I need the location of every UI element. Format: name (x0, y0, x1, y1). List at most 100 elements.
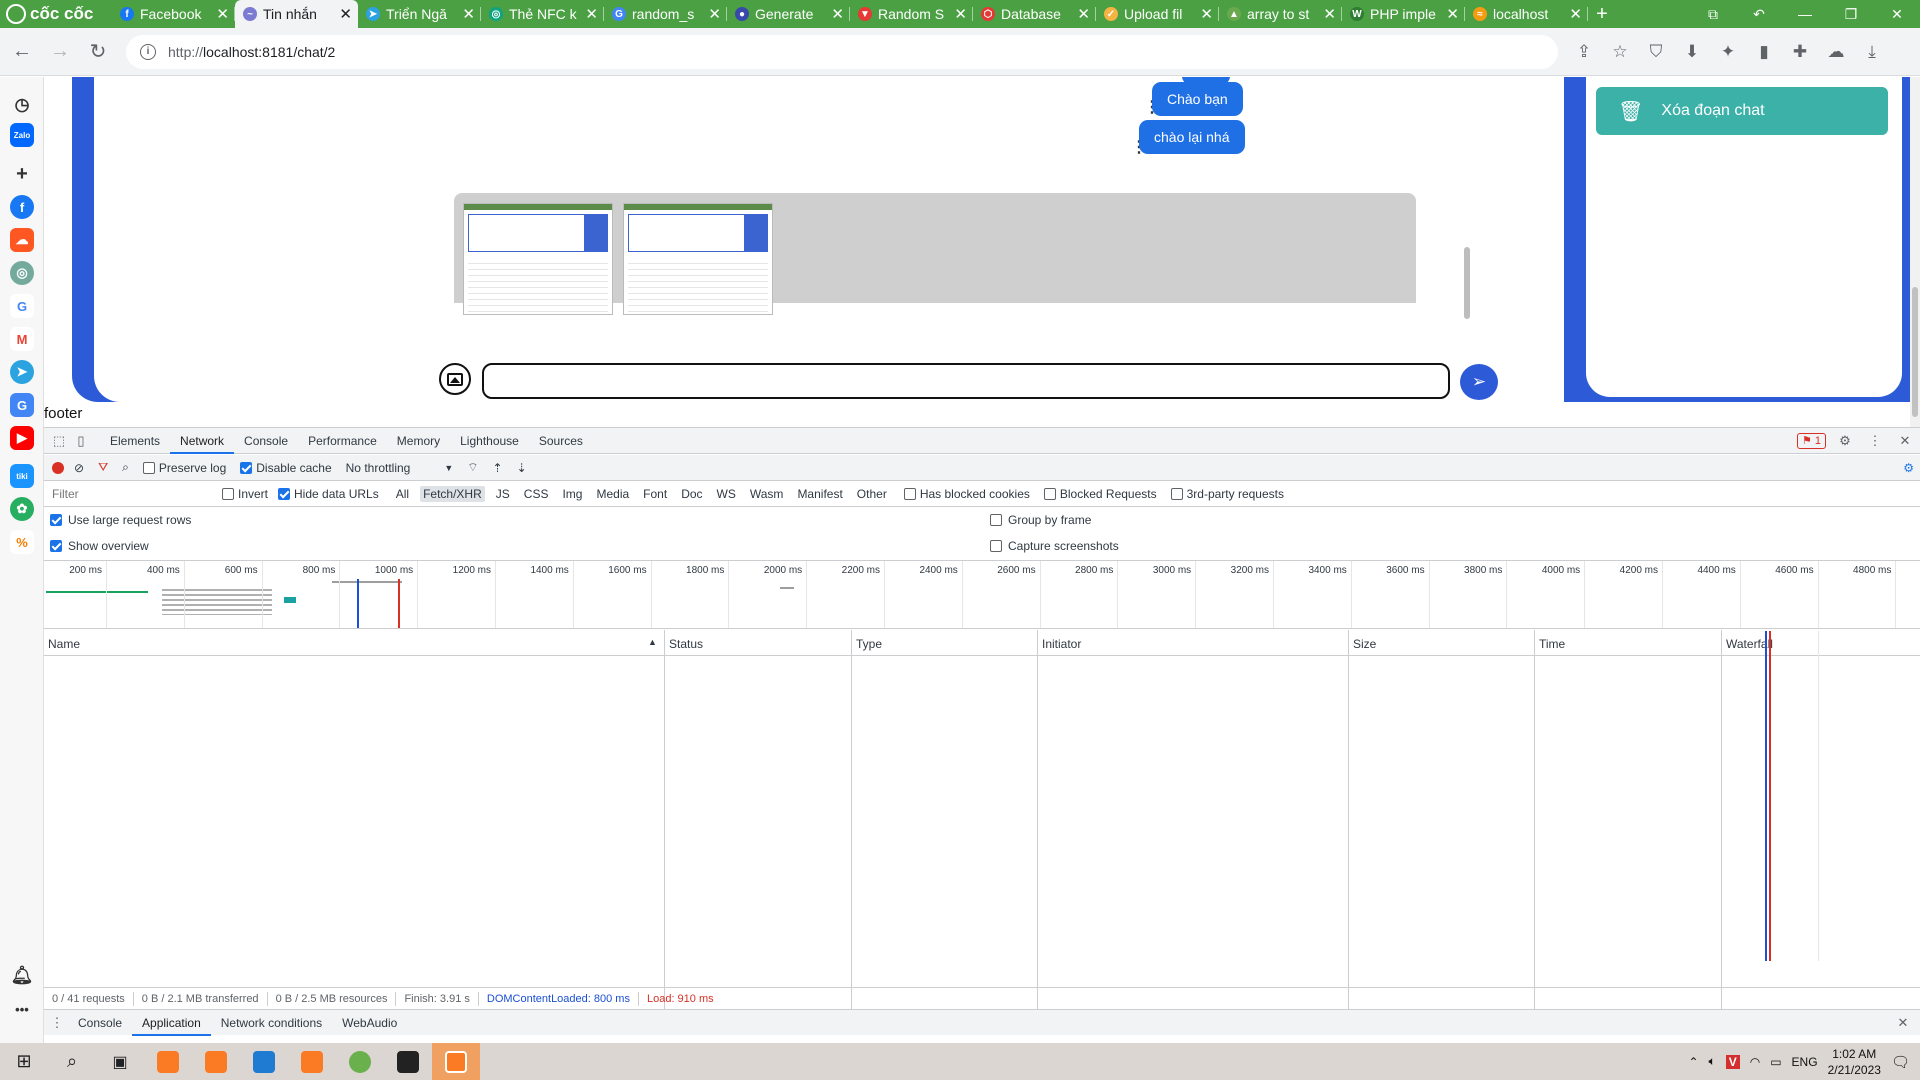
browser-tab[interactable]: W PHP imple ✕ (1342, 0, 1465, 28)
clear-chat-button[interactable]: 🗑︎ Xóa đoạn chat (1596, 87, 1888, 135)
minimize-icon[interactable]: — (1782, 0, 1828, 28)
soundcloud-icon[interactable]: ☁ (10, 228, 34, 252)
language-indicator[interactable]: ENG (1792, 1055, 1818, 1069)
start-button[interactable]: ⊞ (0, 1043, 48, 1080)
browser-tab[interactable]: ▲ array to st ✕ (1219, 0, 1342, 28)
share-icon[interactable]: ⇪ (1566, 36, 1602, 68)
device-toolbar-icon[interactable]: ▯ (70, 430, 92, 452)
page-scrollbar[interactable] (1910, 77, 1920, 427)
preserve-log-option[interactable]: Preserve log (142, 461, 226, 475)
record-button[interactable] (52, 461, 64, 474)
task-view-button[interactable]: ▣ (96, 1043, 144, 1080)
back-button[interactable]: ← (6, 36, 38, 68)
blocked-requests-option[interactable]: Blocked Requests (1043, 487, 1157, 501)
downloads-tray-icon[interactable]: ⤓ (1854, 36, 1890, 68)
devtools-tab-lighthouse[interactable]: Lighthouse (450, 428, 529, 454)
browser-tab[interactable]: ✓ Upload fil ✕ (1096, 0, 1219, 28)
shield-icon[interactable]: ⛉ (1638, 36, 1674, 68)
wifi-icon[interactable]: ◠ (1750, 1055, 1760, 1069)
history-icon[interactable]: ◷ (10, 93, 34, 117)
type-filter-img[interactable]: Img (559, 486, 585, 502)
large-rows-checkbox[interactable] (50, 514, 62, 526)
taskbar-terminal[interactable] (384, 1043, 432, 1080)
inspect-element-icon[interactable]: ⬚ (48, 430, 70, 452)
browser-tab[interactable]: ⬡ Database ✕ (973, 0, 1096, 28)
type-filter-other[interactable]: Other (854, 486, 890, 502)
type-filter-ws[interactable]: WS (714, 486, 739, 502)
network-settings-icon[interactable]: ⚙ (1903, 461, 1914, 475)
throttling-select[interactable]: No throttling ▼ (346, 461, 454, 475)
capture-screenshots-option[interactable]: Capture screenshots (990, 539, 1119, 553)
capture-screenshots-checkbox[interactable] (990, 540, 1002, 552)
taskbar-coccoc[interactable] (336, 1043, 384, 1080)
disable-cache-checkbox[interactable] (240, 461, 253, 474)
devtools-tab-elements[interactable]: Elements (100, 428, 170, 454)
tab-close-icon[interactable]: ✕ (954, 5, 967, 23)
browser-tab[interactable]: ➤ Triển Ngă ✕ (358, 0, 481, 28)
hide-data-urls-option[interactable]: Hide data URLs (278, 487, 379, 501)
message-input[interactable] (482, 363, 1450, 399)
tab-close-icon[interactable]: ✕ (585, 5, 598, 23)
browser-tab[interactable]: Grandom_s ✕ (604, 0, 727, 28)
clock[interactable]: 1:02 AM 2/21/2023 (1828, 1046, 1881, 1078)
tab-close-icon[interactable]: ✕ (1569, 5, 1582, 23)
close-drawer-icon[interactable]: ✕ (1892, 1012, 1914, 1034)
extensions-icon[interactable]: ✚ (1782, 36, 1818, 68)
tab-close-icon[interactable]: ✕ (1323, 5, 1336, 23)
tab-close-icon[interactable]: ✕ (831, 5, 844, 23)
close-window-icon[interactable]: ✕ (1874, 0, 1920, 28)
image-thumbnail[interactable] (623, 203, 773, 315)
show-overview-option[interactable]: Show overview (50, 539, 149, 553)
group-by-frame-option[interactable]: Group by frame (990, 513, 1091, 527)
search-icon[interactable]: ⌕ (122, 460, 129, 475)
type-filter-wasm[interactable]: Wasm (747, 486, 787, 502)
blocked-cookies-option[interactable]: Has blocked cookies (903, 487, 1030, 501)
chat-scrollbar[interactable] (1464, 247, 1470, 319)
browser-tab[interactable]: f Facebook ✕ (112, 0, 235, 28)
browser-tab[interactable]: ● Generate ✕ (727, 0, 850, 28)
preserve-log-checkbox[interactable] (142, 461, 155, 474)
error-badge[interactable]: ⚑ 1 (1796, 433, 1826, 449)
zalo-icon[interactable]: Zalo (10, 123, 34, 147)
antivirus-icon[interactable]: V (1725, 1054, 1740, 1069)
network-conditions-icon[interactable]: ⌔ (467, 460, 478, 475)
disable-cache-option[interactable]: Disable cache (240, 461, 332, 475)
tab-close-icon[interactable]: ✕ (339, 5, 352, 23)
tab-close-icon[interactable]: ✕ (708, 5, 721, 23)
volume-icon[interactable]: 🔈︎ (1709, 1054, 1716, 1069)
type-filter-doc[interactable]: Doc (678, 486, 705, 502)
invert-checkbox[interactable] (222, 487, 234, 500)
tray-chevron-icon[interactable]: ⌃ (1688, 1055, 1698, 1069)
sort-ascending-icon[interactable]: ▲ (648, 637, 657, 647)
message-options-icon[interactable]: ⋮ (1144, 100, 1160, 116)
add-panel-icon[interactable]: + (10, 162, 34, 186)
facebook-icon[interactable]: f (10, 195, 34, 219)
devtools-tab-memory[interactable]: Memory (387, 428, 450, 454)
type-filter-css[interactable]: CSS (521, 486, 552, 502)
large-rows-option[interactable]: Use large request rows (50, 513, 191, 527)
type-filter-media[interactable]: Media (593, 486, 632, 502)
battery-icon[interactable]: ▭ (1770, 1055, 1781, 1069)
tiki-icon[interactable]: tiki (10, 464, 34, 488)
taskbar-xampp[interactable] (144, 1043, 192, 1080)
chatgpt-icon[interactable]: ◎ (10, 261, 34, 285)
blocked-cookies-checkbox[interactable] (903, 487, 916, 500)
devtools-tab-network[interactable]: Network (170, 428, 235, 454)
tab-close-icon[interactable]: ✕ (462, 5, 475, 23)
blocked-requests-checkbox[interactable] (1043, 487, 1056, 500)
telegram-icon[interactable]: ➤ (10, 360, 34, 384)
tab-close-icon[interactable]: ✕ (216, 5, 229, 23)
clear-log-icon[interactable]: ⊘ (74, 461, 84, 475)
filter-input[interactable] (48, 483, 212, 504)
settings-gear-icon[interactable]: ⚙ (1834, 430, 1856, 452)
third-party-option[interactable]: 3rd-party requests (1170, 487, 1284, 501)
network-overview[interactable]: 200 ms 400 ms 600 ms 800 ms 1000 ms 1200 ms 14… (44, 561, 1920, 629)
game-icon[interactable]: ✿ (10, 497, 34, 521)
browser-tab[interactable]: ◎ Thẻ NFC k ✕ (481, 0, 604, 28)
restore-icon[interactable]: ❐ (1828, 0, 1874, 28)
search-button[interactable]: ⌕ (48, 1043, 96, 1080)
image-thumbnail[interactable] (463, 203, 613, 315)
browser-tab[interactable]: ~ Tin nhắn ✕ (235, 0, 358, 28)
drawer-tab-application[interactable]: Application (132, 1010, 211, 1036)
filter-icon[interactable]: ⛛ (98, 460, 108, 475)
